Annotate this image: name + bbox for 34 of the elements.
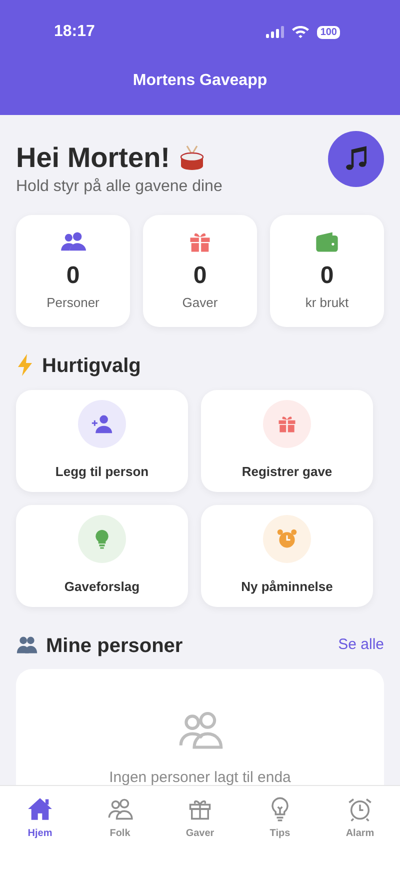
quick-action-button[interactable]: Gaveforslag: [16, 504, 188, 607]
add-person-icon: [91, 412, 113, 435]
alarm-clock-icon: [276, 528, 298, 550]
see-all-link[interactable]: Se alle: [338, 634, 384, 657]
app-title: Mortens Gaveapp: [132, 71, 268, 91]
drum-icon: [178, 144, 206, 172]
status-time: 18:17: [54, 22, 95, 42]
section-title: Hurtigvalg: [42, 354, 141, 379]
stat-label: kr brukt: [305, 294, 349, 312]
lightning-icon: [16, 354, 34, 376]
stat-value: 0: [320, 262, 334, 290]
greeting-subtitle: Hold styr på alle gavene dine: [16, 176, 222, 197]
home-icon: [27, 796, 53, 822]
stat-label: Gaver: [182, 294, 218, 312]
wifi-icon: [292, 26, 310, 38]
tab-bar-item[interactable]: Tips: [240, 796, 320, 846]
stat-label: Personer: [46, 294, 100, 312]
people-icon: [107, 796, 133, 822]
tab-bar-item[interactable]: Folk: [80, 796, 160, 846]
tab-bar-item[interactable]: Gaver: [160, 796, 240, 846]
battery-level: 100: [317, 26, 340, 38]
signal-icon: [266, 26, 284, 38]
tab-bar-item[interactable]: Alarm: [320, 796, 400, 846]
people-icon: [16, 634, 38, 656]
quick-action-button[interactable]: Registrer gave: [201, 390, 373, 492]
quick-action-button[interactable]: Legg til person: [16, 390, 188, 492]
greeting-title: Hei Morten!: [16, 141, 170, 175]
stat-value: 0: [193, 262, 207, 290]
empty-state-text: Ingen personer lagt til enda: [109, 768, 291, 785]
tab-bar-item[interactable]: Hjem: [0, 796, 80, 846]
section-title: Mine personer: [46, 634, 183, 659]
stat-value: 0: [66, 262, 80, 290]
quick-action-button[interactable]: Ny påminnelse: [201, 504, 373, 607]
alarm-clock-icon: [347, 796, 373, 822]
